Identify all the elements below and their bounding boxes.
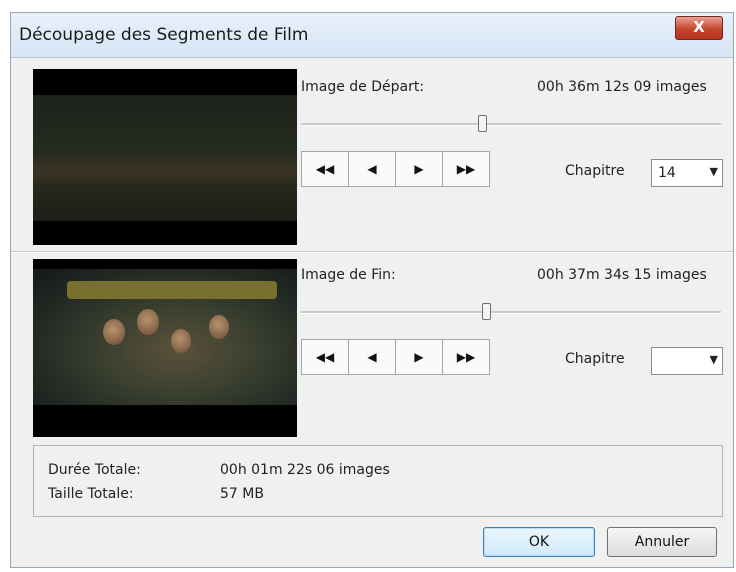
end-frame-image xyxy=(33,269,297,405)
start-frame-label: Image de Départ: xyxy=(301,79,425,95)
end-last-button[interactable]: ▶▶ xyxy=(442,339,490,375)
end-frame-label: Image de Fin: xyxy=(301,267,396,283)
close-button[interactable]: X xyxy=(675,16,723,40)
summary-panel: Durée Totale: 00h 01m 22s 06 images Tail… xyxy=(33,445,723,517)
start-time-value: 00h 36m 12s 09 images xyxy=(537,79,707,95)
duration-label: Durée Totale: xyxy=(48,462,141,478)
chevron-down-icon: ▼ xyxy=(709,165,718,178)
end-first-button[interactable]: ◀◀ xyxy=(301,339,349,375)
skip-to-end-icon: ▶▶ xyxy=(456,162,476,176)
face-shape xyxy=(137,309,159,335)
step-back-icon: ◀ xyxy=(367,162,377,176)
end-next-button[interactable]: ▶ xyxy=(395,339,443,375)
step-forward-icon: ▶ xyxy=(414,162,424,176)
face-shape xyxy=(209,315,229,339)
start-last-button[interactable]: ▶▶ xyxy=(442,151,490,187)
title-bar: Découpage des Segments de Film X xyxy=(11,13,733,58)
start-frame-image xyxy=(33,95,297,221)
segment-cut-dialog: Découpage des Segments de Film X Image d… xyxy=(10,12,734,568)
end-chapter-select[interactable]: ▼ xyxy=(651,347,723,375)
start-chapter-label: Chapitre xyxy=(565,163,625,179)
duration-value: 00h 01m 22s 06 images xyxy=(220,462,390,478)
end-nav-buttons: ◀◀ ◀ ▶ ▶▶ xyxy=(301,339,490,375)
end-slider-track[interactable] xyxy=(301,311,721,314)
close-icon: X xyxy=(693,18,705,36)
dialog-title: Découpage des Segments de Film xyxy=(19,25,309,45)
skip-to-end-icon: ▶▶ xyxy=(456,350,476,364)
skip-to-start-icon: ◀◀ xyxy=(315,350,335,364)
end-chapter-label: Chapitre xyxy=(565,351,625,367)
start-nav-buttons: ◀◀ ◀ ▶ ▶▶ xyxy=(301,151,490,187)
start-prev-button[interactable]: ◀ xyxy=(348,151,396,187)
step-forward-icon: ▶ xyxy=(414,350,424,364)
chevron-down-icon: ▼ xyxy=(709,353,718,366)
start-next-button[interactable]: ▶ xyxy=(395,151,443,187)
start-slider-track[interactable] xyxy=(301,123,721,126)
end-frame-preview xyxy=(33,259,297,437)
size-value: 57 MB xyxy=(220,486,264,502)
end-slider-thumb[interactable] xyxy=(481,303,491,320)
cancel-button[interactable]: Annuler xyxy=(607,527,717,557)
end-time-value: 00h 37m 34s 15 images xyxy=(537,267,707,283)
start-slider-thumb[interactable] xyxy=(477,115,487,132)
end-prev-button[interactable]: ◀ xyxy=(348,339,396,375)
face-shape xyxy=(103,319,125,345)
start-chapter-value: 14 xyxy=(658,165,676,181)
start-chapter-select[interactable]: 14 ▼ xyxy=(651,159,723,187)
ok-button[interactable]: OK xyxy=(483,527,595,557)
skip-to-start-icon: ◀◀ xyxy=(315,162,335,176)
size-label: Taille Totale: xyxy=(48,486,134,502)
step-back-icon: ◀ xyxy=(367,350,377,364)
face-shape xyxy=(171,329,191,353)
start-frame-preview xyxy=(33,69,297,245)
section-divider xyxy=(11,251,733,253)
start-first-button[interactable]: ◀◀ xyxy=(301,151,349,187)
car-roof-shape xyxy=(67,281,277,299)
